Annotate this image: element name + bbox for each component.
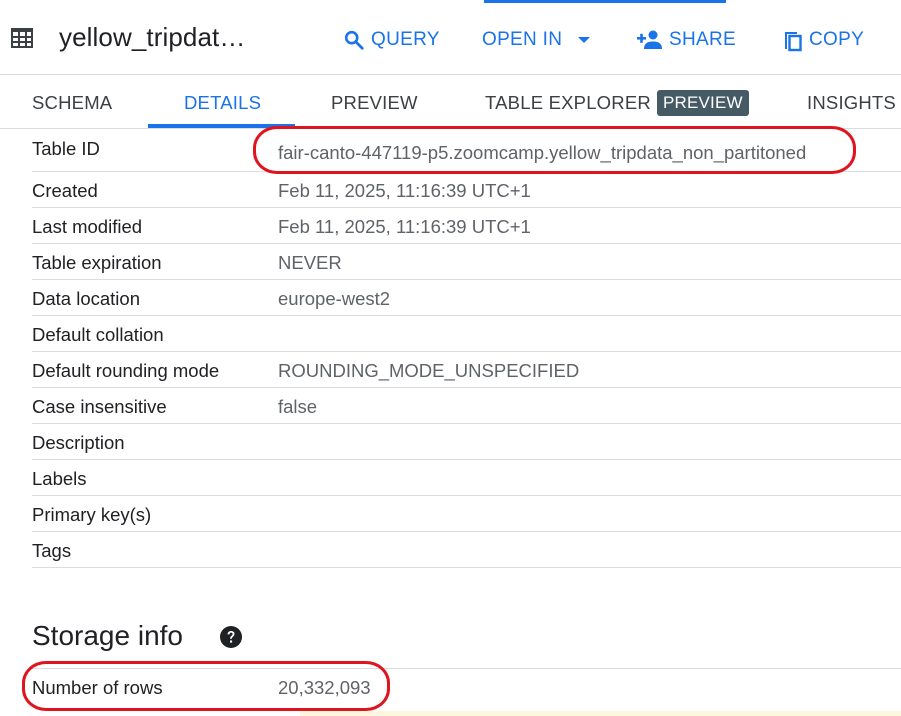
open-in-button[interactable]: OPEN IN (482, 26, 596, 54)
detail-key: Case insensitive (32, 396, 167, 417)
detail-row-description: Description (32, 424, 901, 460)
table-header: yellow_tripdat… QUERY OPEN IN SHARE COPY (0, 0, 901, 75)
detail-key: Tags (32, 540, 72, 561)
active-tab-indicator (148, 124, 295, 128)
detail-row-table-expiration: Table expiration NEVER (32, 244, 901, 280)
detail-row-default-rounding-mode: Default rounding mode ROUNDING_MODE_UNSP… (32, 352, 901, 388)
bottom-notice-strip (300, 711, 901, 716)
number-of-rows-value: 20,332,093 (278, 677, 371, 698)
detail-value: NEVER (278, 252, 342, 273)
detail-row-tags: Tags (32, 532, 901, 568)
detail-value: Feb 11, 2025, 11:16:39 UTC+1 (278, 216, 531, 237)
detail-key: Primary key(s) (32, 504, 152, 525)
query-button-label: QUERY (371, 29, 440, 50)
storage-divider (32, 668, 901, 669)
tab-insights[interactable]: INSIGHTS (807, 76, 896, 129)
copy-icon (785, 32, 802, 52)
details-table: Table ID fair-canto-447119-p5.zoomcamp.y… (32, 130, 901, 568)
detail-row-labels: Labels (32, 460, 901, 496)
detail-row-default-collation: Default collation (32, 316, 901, 352)
detail-value: fair-canto-447119-p5.zoomcamp.yellow_tri… (278, 142, 807, 163)
detail-key: Created (32, 180, 98, 201)
detail-key: Table ID (32, 138, 100, 159)
tab-schema[interactable]: SCHEMA (32, 76, 112, 129)
query-button[interactable]: QUERY (343, 26, 440, 54)
tab-table-explorer-label: TABLE EXPLORER (485, 91, 651, 113)
detail-key: Default collation (32, 324, 164, 345)
detail-key: Labels (32, 468, 87, 489)
detail-key: Last modified (32, 216, 143, 237)
detail-value: europe-west2 (278, 288, 391, 309)
detail-row-primary-keys: Primary key(s) (32, 496, 901, 532)
add-person-icon (637, 30, 662, 49)
storage-info-title: Storage info (32, 620, 183, 651)
number-of-rows-label: Number of rows (32, 677, 163, 698)
table-title: yellow_tripdat… (59, 22, 246, 52)
tab-preview[interactable]: PREVIEW (331, 76, 418, 129)
detail-row-data-location: Data location europe-west2 (32, 280, 901, 316)
detail-row-case-insensitive: Case insensitive false (32, 388, 901, 424)
table-icon (11, 28, 33, 48)
help-icon[interactable] (220, 626, 242, 648)
detail-row-created: Created Feb 11, 2025, 11:16:39 UTC+1 (32, 172, 901, 208)
tab-bar: SCHEMA DETAILS PREVIEW TABLE EXPLORER PR… (0, 76, 901, 129)
share-button-label: SHARE (669, 29, 736, 50)
detail-key: Table expiration (32, 252, 162, 273)
detail-key: Description (32, 432, 125, 453)
copy-button[interactable]: COPY (781, 26, 864, 54)
detail-row-last-modified: Last modified Feb 11, 2025, 11:16:39 UTC… (32, 208, 901, 244)
chevron-down-icon (578, 37, 591, 43)
share-button[interactable]: SHARE (637, 26, 736, 54)
search-icon (344, 30, 364, 50)
tab-table-explorer[interactable]: TABLE EXPLORER PREVIEW (485, 76, 749, 129)
detail-key: Default rounding mode (32, 360, 220, 381)
tab-details[interactable]: DETAILS (184, 76, 261, 129)
detail-key: Data location (32, 288, 140, 309)
detail-row-table-id: Table ID fair-canto-447119-p5.zoomcamp.y… (32, 130, 901, 172)
detail-value: ROUNDING_MODE_UNSPECIFIED (278, 360, 580, 381)
detail-value: Feb 11, 2025, 11:16:39 UTC+1 (278, 180, 531, 201)
open-in-button-label: OPEN IN (482, 29, 563, 50)
detail-value: false (278, 396, 318, 417)
copy-button-label: COPY (809, 29, 865, 50)
preview-badge: PREVIEW (656, 89, 749, 116)
